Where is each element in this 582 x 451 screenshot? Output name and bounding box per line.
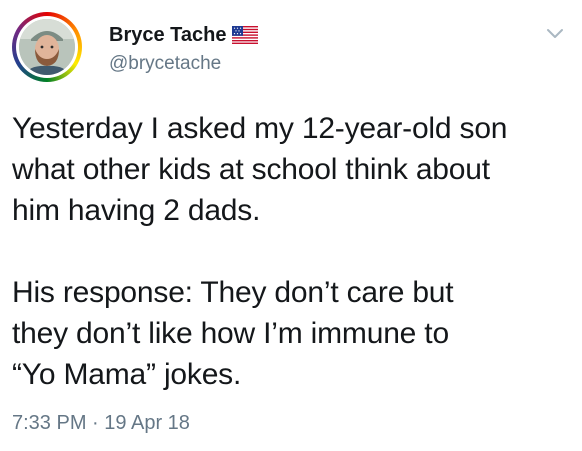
us-flag-icon <box>232 26 259 44</box>
tweet-body-line: him having 2 dads. <box>12 194 261 227</box>
avatar <box>19 19 75 75</box>
meta-separator: · <box>92 412 99 434</box>
tweet-body: Yesterday I asked my 12-year-old son wha… <box>12 108 568 395</box>
avatar-rainbow-ring[interactable] <box>12 12 82 82</box>
tweet-body-line: His response: They don’t care but <box>12 276 454 309</box>
tweet-timestamp[interactable]: 7:33 PM · 19 Apr 18 <box>12 410 190 436</box>
tweet-date: 19 Apr 18 <box>104 412 190 434</box>
avatar-photo-icon <box>19 19 75 75</box>
tweet-body-line: “Yo Mama” jokes. <box>12 358 242 391</box>
author-block: Bryce Tache @brycetache <box>109 22 259 78</box>
tweet-body-line: Yesterday I asked my 12-year-old son <box>12 112 508 145</box>
tweet-card: Bryce Tache @brycetache Yesterday I aske… <box>0 0 582 451</box>
author-display-name[interactable]: Bryce Tache <box>109 22 226 48</box>
author-name-row: Bryce Tache <box>109 22 259 48</box>
tweet-body-line: what other kids at school think about <box>12 153 490 186</box>
tweet-time: 7:33 PM <box>12 412 87 434</box>
tweet-body-line: they don’t like how I’m immune to <box>12 317 449 350</box>
avatar-border <box>16 16 78 78</box>
chevron-down-icon[interactable] <box>544 22 566 44</box>
tweet-header: Bryce Tache @brycetache <box>12 12 572 84</box>
author-handle[interactable]: @brycetache <box>109 50 258 78</box>
